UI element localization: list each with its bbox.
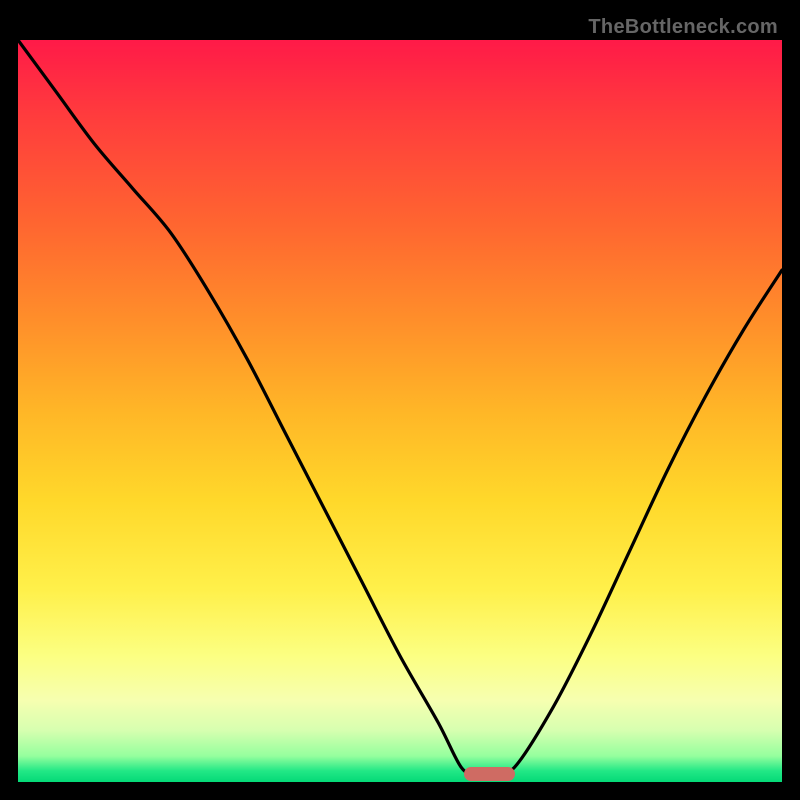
watermark-text: TheBottleneck.com	[588, 16, 778, 39]
chart-frame: TheBottleneck.com	[18, 18, 782, 782]
optimal-range-marker	[464, 767, 514, 781]
bottleneck-curve	[18, 40, 782, 782]
plot-area	[18, 40, 782, 782]
